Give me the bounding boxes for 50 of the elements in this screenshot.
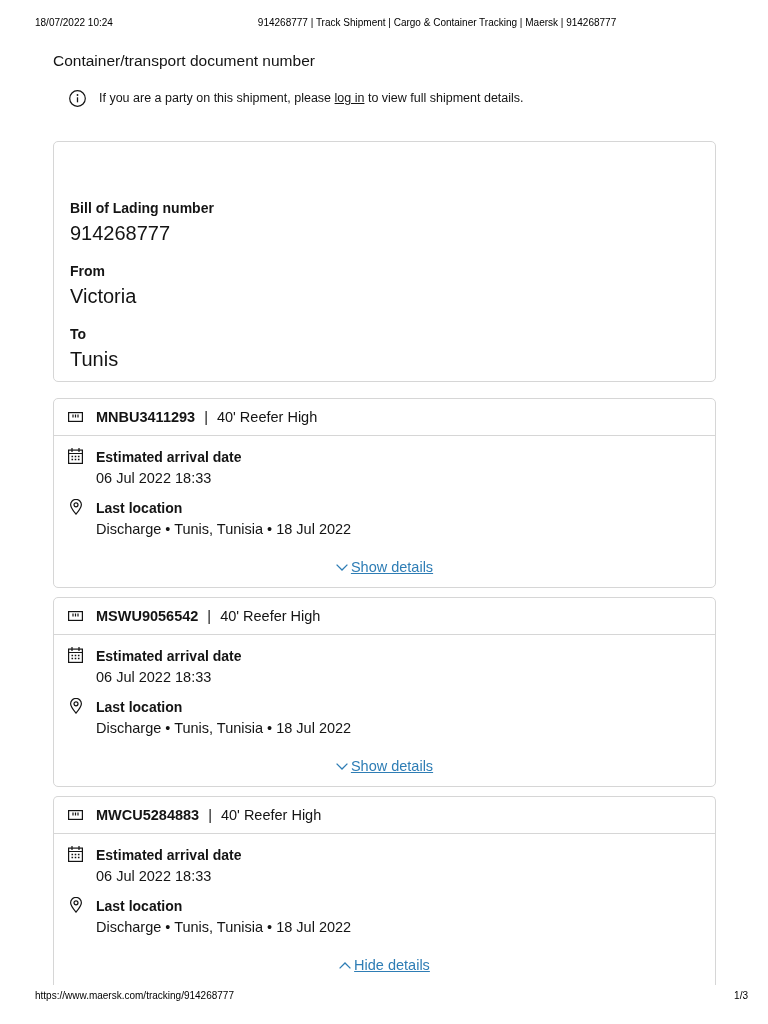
- toggle-details-link[interactable]: Show details: [335, 558, 434, 576]
- field-value: Tunis: [70, 347, 119, 372]
- eta-value: 06 Jul 2022 18:33: [96, 867, 212, 885]
- chevron-down-icon: [335, 762, 348, 770]
- eta-label: Estimated arrival date: [96, 846, 242, 864]
- location-pin-icon: [69, 499, 82, 515]
- eta-label: Estimated arrival date: [96, 647, 242, 665]
- separator-text: |: [207, 607, 212, 625]
- page-heading: Container/transport document number: [53, 51, 315, 71]
- eta-value: 06 Jul 2022 18:33: [96, 668, 212, 686]
- location-label: Last location: [96, 897, 183, 915]
- field-value: Victoria: [70, 284, 137, 309]
- container-icon: [68, 412, 83, 422]
- field-value: 914268777: [70, 221, 171, 246]
- location-pin-icon: [69, 897, 82, 913]
- eta-value: 06 Jul 2022 18:33: [96, 469, 212, 487]
- toggle-details-link[interactable]: Show details: [335, 757, 434, 775]
- container-icon: [68, 810, 83, 820]
- location-label: Last location: [96, 698, 183, 716]
- eta-label: Estimated arrival date: [96, 448, 242, 466]
- calendar-icon: [68, 647, 83, 663]
- calendar-icon: [68, 448, 83, 464]
- container-type: 40' Reefer High: [220, 806, 322, 824]
- print-page-title: 914268777 | Track Shipment | Cargo & Container Tracking | Maersk | 914268777: [257, 17, 617, 29]
- container-number: MWCU5284883: [96, 806, 200, 824]
- location-pin-icon: [69, 698, 82, 714]
- toggle-details-link[interactable]: Hide details: [339, 956, 430, 974]
- separator-text: |: [204, 408, 208, 426]
- container-number: MSWU9056542: [96, 607, 199, 625]
- location-value: Discharge • Tunis, Tunisia • 18 Jul 2022: [96, 918, 352, 936]
- separator-text: |: [208, 806, 212, 824]
- container-icon: [68, 611, 83, 621]
- field-label: Bill of Lading number: [70, 199, 214, 217]
- login-notice-text: If you are a party on this shipment, please log in to view full shipment details.: [99, 90, 524, 107]
- location-value: Discharge • Tunis, Tunisia • 18 Jul 2022: [96, 520, 352, 538]
- chevron-up-icon: [339, 961, 352, 969]
- login-link[interactable]: log in: [334, 91, 365, 105]
- container-number: MNBU3411293: [96, 408, 196, 426]
- print-date: 18/07/2022 10:24: [35, 17, 113, 29]
- field-label: To: [70, 325, 87, 343]
- page-number: 1/3: [734, 990, 748, 1002]
- container-type: 40' Reefer High: [220, 607, 321, 625]
- location-value: Discharge • Tunis, Tunisia • 18 Jul 2022: [96, 719, 352, 737]
- info-icon: [69, 89, 86, 107]
- container-type: 40' Reefer High: [216, 408, 318, 426]
- chevron-down-icon: [335, 563, 348, 571]
- location-label: Last location: [96, 499, 183, 517]
- calendar-icon: [68, 846, 83, 862]
- field-label: From: [70, 262, 105, 280]
- page-url: https://www.maersk.com/tracking/914268777: [35, 990, 234, 1002]
